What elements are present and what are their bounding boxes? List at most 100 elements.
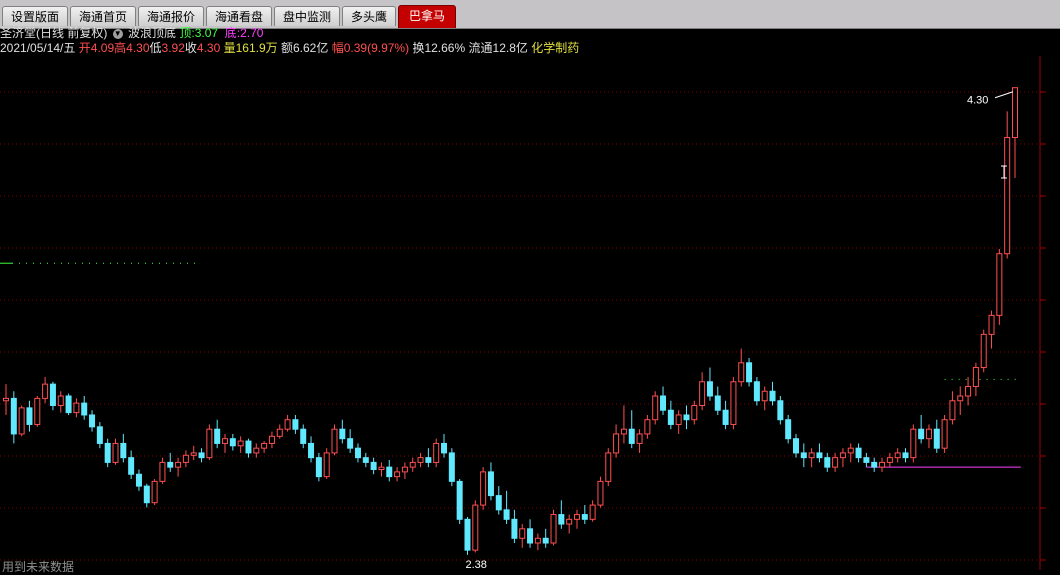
candle-body <box>753 381 760 402</box>
indicator-toggle-icon[interactable]: ▼ <box>112 28 123 39</box>
candle-body <box>777 400 784 421</box>
candle-body <box>894 452 901 459</box>
float-value: 12.8亿 <box>492 41 528 55</box>
chart-title: 圣济堂(日线 前复权) ▼ 波浪顶底 顶:3.07 底:2.70 <box>0 25 263 41</box>
candle-body <box>49 383 56 406</box>
candle-body <box>448 452 455 482</box>
candle-body <box>957 395 964 402</box>
candle-body <box>597 480 604 506</box>
tab-0[interactable]: 设置版面 <box>2 6 68 26</box>
high-marker-label: 4.30 <box>967 95 988 107</box>
candle-body <box>886 457 893 463</box>
turnover-value: 12.66% <box>424 41 466 55</box>
candle-body <box>487 471 494 497</box>
high-value: 4.30 <box>126 41 150 55</box>
candle-body <box>292 419 299 430</box>
candle-body <box>628 428 635 444</box>
candle-body <box>605 452 612 482</box>
candle-body <box>73 402 80 414</box>
candle-body <box>409 461 416 468</box>
candle-body <box>706 381 713 397</box>
volume-label: 量 <box>223 41 236 55</box>
candle-body <box>315 457 322 478</box>
candle-body <box>581 514 588 520</box>
candle-body <box>800 452 807 459</box>
candle-body <box>175 461 182 468</box>
candle-body <box>472 504 479 551</box>
candle-body <box>918 428 925 440</box>
candle-body <box>949 400 956 421</box>
candle-body <box>746 362 753 383</box>
open-value: 4.09 <box>90 41 115 55</box>
stock-name: 圣济堂(日线 前复权) <box>0 26 108 40</box>
low-label: 低 <box>149 41 162 55</box>
candle-body <box>613 433 620 454</box>
candle-body <box>996 253 1003 316</box>
candle-body <box>863 457 870 463</box>
sector-name: 化学制药 <box>531 41 580 55</box>
candle-body <box>151 480 158 504</box>
candle-body <box>276 428 283 437</box>
candle-body <box>1012 87 1018 139</box>
candle-body <box>10 397 17 435</box>
candle-body <box>933 428 940 449</box>
candle-body <box>65 395 72 414</box>
candle-body <box>691 404 698 421</box>
candle-body <box>761 390 768 402</box>
candle-body <box>18 407 25 435</box>
tab-2[interactable]: 海通报价 <box>138 6 204 26</box>
candle-body <box>519 528 526 539</box>
candle-body <box>808 452 815 459</box>
candle-body <box>214 428 221 444</box>
tab-6[interactable]: 巴拿马 <box>398 5 456 28</box>
candle-body <box>261 442 268 449</box>
candle-body <box>902 452 909 459</box>
candle-body <box>354 447 361 459</box>
candle-body <box>206 428 213 459</box>
candle-body <box>714 395 721 411</box>
candle-body <box>190 452 197 456</box>
candle-body <box>112 442 119 463</box>
low-value: 3.92 <box>161 41 185 55</box>
kline-chart[interactable]: 4.30 2.38 <box>0 56 1060 570</box>
candle-body <box>988 314 995 335</box>
candle-body <box>730 381 737 425</box>
candle-body <box>245 440 252 454</box>
indicator-name[interactable]: 波浪顶底 <box>128 26 176 40</box>
candle-body <box>542 537 549 544</box>
candle-body <box>3 397 9 402</box>
amount-value: 6.62亿 <box>293 41 329 55</box>
candle-body <box>143 485 150 504</box>
candle-body <box>511 518 518 539</box>
tab-3[interactable]: 海通看盘 <box>206 6 272 26</box>
candle-body <box>879 461 886 468</box>
candle-body <box>128 457 135 475</box>
candle-body <box>792 438 799 454</box>
candle-body <box>652 395 659 421</box>
change-value: 0.39(9.97%) <box>343 41 410 55</box>
candle-body <box>253 447 260 454</box>
candle-body <box>34 397 41 425</box>
candle-body <box>323 452 330 478</box>
candle-body <box>722 409 729 425</box>
tab-4[interactable]: 盘中监测 <box>274 6 340 26</box>
candle-body <box>159 461 166 482</box>
footer-note: 用到未来数据 <box>2 560 75 574</box>
candle-body <box>347 438 354 449</box>
candle-body <box>675 414 682 425</box>
quote-date: 2021/05/14/五 <box>0 41 76 55</box>
candle-body <box>941 419 948 449</box>
candle-body <box>910 428 917 459</box>
candle-body <box>401 466 408 473</box>
high-marker-arrow <box>994 91 1014 99</box>
tab-5[interactable]: 多头鹰 <box>342 6 396 26</box>
candle-body <box>503 509 510 520</box>
candle-body <box>495 495 502 511</box>
tab-1[interactable]: 海通首页 <box>70 6 136 26</box>
candle-body <box>558 514 565 525</box>
candle-body <box>339 428 346 440</box>
candle-body <box>534 537 541 544</box>
candle-body <box>824 457 831 468</box>
candle-body <box>660 395 667 411</box>
candle-body <box>589 504 596 520</box>
